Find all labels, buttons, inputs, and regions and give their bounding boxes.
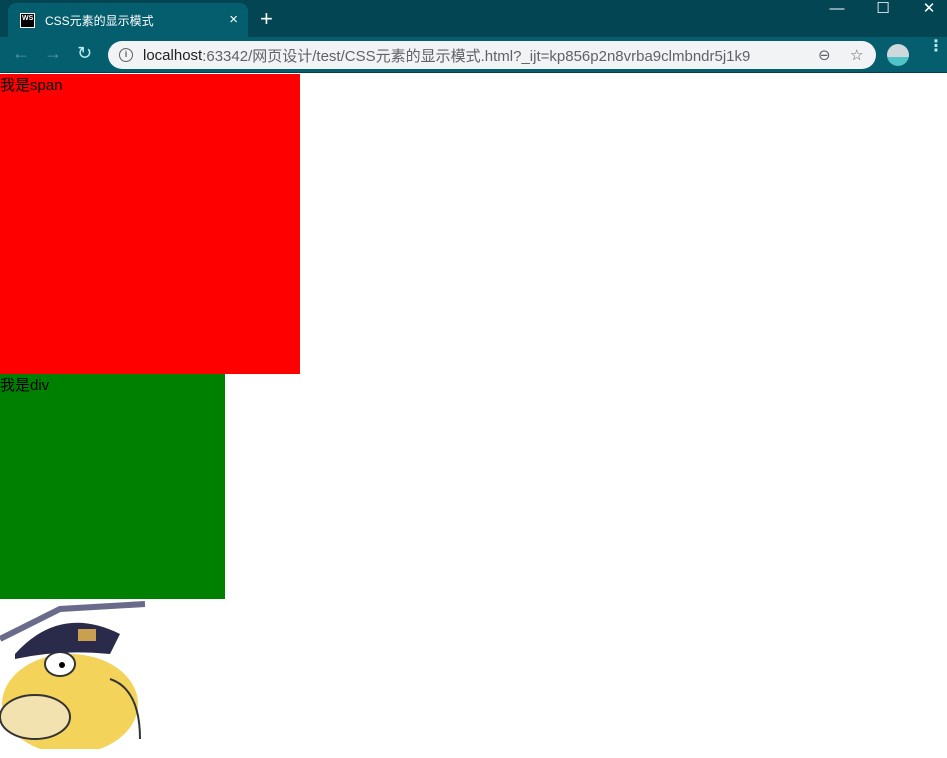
- title-bar: WS CSS元素的显示模式 × + — ☐ ✕: [0, 0, 947, 37]
- minimize-button[interactable]: —: [814, 0, 860, 18]
- zoom-icon[interactable]: ⊖: [818, 46, 831, 64]
- div-box: 我是div: [0, 374, 225, 599]
- tab-title: CSS元素的显示模式: [45, 13, 154, 28]
- browser-tab[interactable]: WS CSS元素的显示模式 ×: [8, 3, 248, 37]
- webstorm-icon: WS: [20, 12, 35, 28]
- span-box: 我是span: [0, 74, 300, 374]
- new-tab-button[interactable]: +: [260, 6, 273, 32]
- maximize-button[interactable]: ☐: [860, 0, 906, 18]
- close-window-button[interactable]: ✕: [906, 0, 947, 18]
- psyduck-image: [0, 599, 150, 749]
- reload-button[interactable]: ↻: [77, 43, 92, 64]
- forward-button[interactable]: →: [44, 43, 62, 64]
- menu-icon[interactable]: ⋮: [928, 39, 944, 55]
- page-content: 我是span 我是div: [0, 74, 947, 758]
- address-bar[interactable]: i localhost:63342/网页设计/test/CSS元素的显示模式.h…: [108, 41, 876, 69]
- bookmark-star-icon[interactable]: ☆: [850, 46, 863, 64]
- toolbar: ← → ↻ i localhost:63342/网页设计/test/CSS元素的…: [0, 37, 947, 73]
- close-tab-icon[interactable]: ×: [229, 11, 238, 28]
- url-path: :63342/网页设计/test/CSS元素的显示模式.html?_ijt=kp…: [202, 47, 751, 65]
- url-host: localhost: [143, 46, 203, 64]
- info-icon[interactable]: i: [119, 48, 133, 62]
- back-button[interactable]: ←: [12, 43, 30, 64]
- profile-avatar[interactable]: [887, 44, 909, 66]
